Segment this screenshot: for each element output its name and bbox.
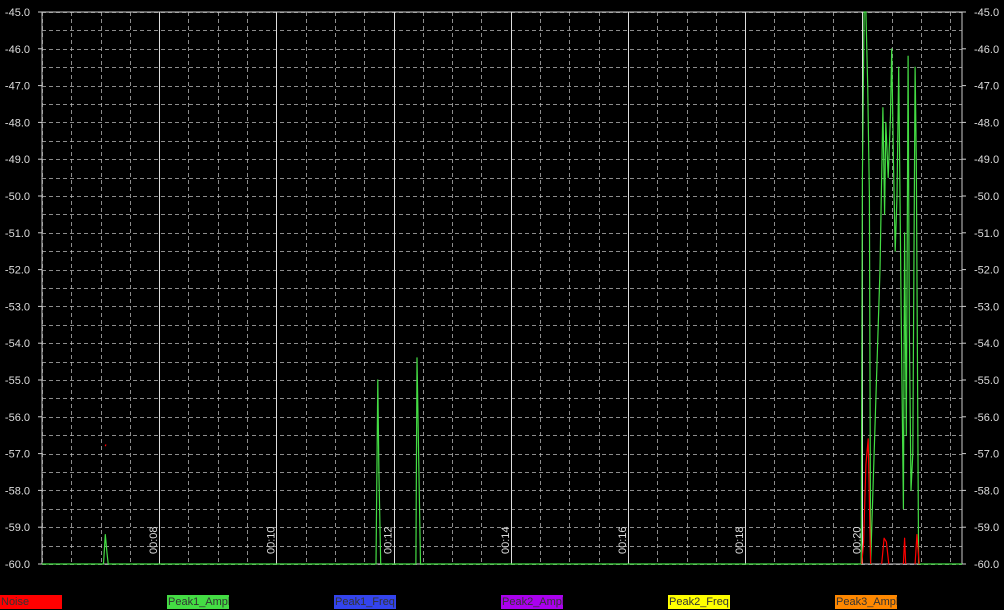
y-tick-label-right: -45.0 xyxy=(974,7,999,19)
y-tick-label-left: -52.0 xyxy=(5,265,30,277)
y-tick-label-left: -56.0 xyxy=(5,412,30,424)
series-line-noise xyxy=(861,438,872,565)
y-tick-label-right: -58.0 xyxy=(974,485,999,497)
y-tick-label-right: -46.0 xyxy=(974,44,999,56)
y-tick-label-left: -49.0 xyxy=(5,154,30,166)
y-tick-label-left: -50.0 xyxy=(5,191,30,203)
y-tick-label-right: -55.0 xyxy=(974,375,999,387)
legend: Noise Peak1_Ampl Peak1_Freq Peak2_Ampl P… xyxy=(0,595,1004,610)
y-tick-label-left: -57.0 xyxy=(5,449,30,461)
y-tick-label-right: -51.0 xyxy=(974,228,999,240)
series-line-noise xyxy=(881,537,890,565)
x-tick-label: 00:10 xyxy=(265,526,277,554)
legend-item-peak2-ampl[interactable]: Peak2_Ampl xyxy=(501,595,563,609)
legend-item-noise[interactable]: Noise xyxy=(0,595,62,609)
legend-item-peak1-freq[interactable]: Peak1_Freq xyxy=(334,595,396,609)
y-tick-label-left: -48.0 xyxy=(5,117,30,129)
y-tick-label-right: -49.0 xyxy=(974,154,999,166)
y-tick-label-right: -54.0 xyxy=(974,338,999,350)
y-tick-label-left: -54.0 xyxy=(5,338,30,350)
series-line-noise xyxy=(104,444,107,447)
y-tick-label-left: -47.0 xyxy=(5,81,30,93)
legend-item-peak3-ampl[interactable]: Peak3_Ampl xyxy=(835,595,897,609)
x-tick-label: 00:18 xyxy=(734,526,746,554)
x-tick-label: 00:16 xyxy=(617,526,629,554)
series-line-noise xyxy=(902,537,907,565)
y-tick-label-right: -60.0 xyxy=(974,559,999,571)
y-tick-label-right: -50.0 xyxy=(974,191,999,203)
y-tick-label-right: -47.0 xyxy=(974,81,999,93)
y-tick-label-left: -51.0 xyxy=(5,228,30,240)
y-tick-label-right: -53.0 xyxy=(974,301,999,313)
y-tick-label-left: -45.0 xyxy=(5,7,30,19)
y-tick-label-left: -58.0 xyxy=(5,485,30,497)
plot-frame xyxy=(41,11,963,565)
x-tick-label: 00:12 xyxy=(383,526,395,554)
legend-item-peak2-freq[interactable]: Peak2_Freq xyxy=(668,595,730,609)
y-tick-label-right: -57.0 xyxy=(974,449,999,461)
y-tick-label-right: -52.0 xyxy=(974,265,999,277)
y-tick-label-left: -53.0 xyxy=(5,301,30,313)
y-tick-label-left: -59.0 xyxy=(5,522,30,534)
x-tick-label: 00:08 xyxy=(148,526,160,554)
y-tick-label-left: -55.0 xyxy=(5,375,30,387)
chart-plot: -45.0 -46.0 -47.0 -48.0 -49.0 -50.0 -51.0 -52.0… xyxy=(5,7,999,571)
y-tick-label-right: -48.0 xyxy=(974,117,999,129)
x-tick-label: 00:14 xyxy=(500,526,512,554)
y-tick-label-left: -60.0 xyxy=(5,559,30,571)
y-tick-label-left: -46.0 xyxy=(5,44,30,56)
y-tick-label-right: -59.0 xyxy=(974,522,999,534)
series-line-peak1-ampl xyxy=(42,11,962,565)
y-tick-label-right: -56.0 xyxy=(974,412,999,424)
legend-item-peak1-ampl[interactable]: Peak1_Ampl xyxy=(167,595,229,609)
